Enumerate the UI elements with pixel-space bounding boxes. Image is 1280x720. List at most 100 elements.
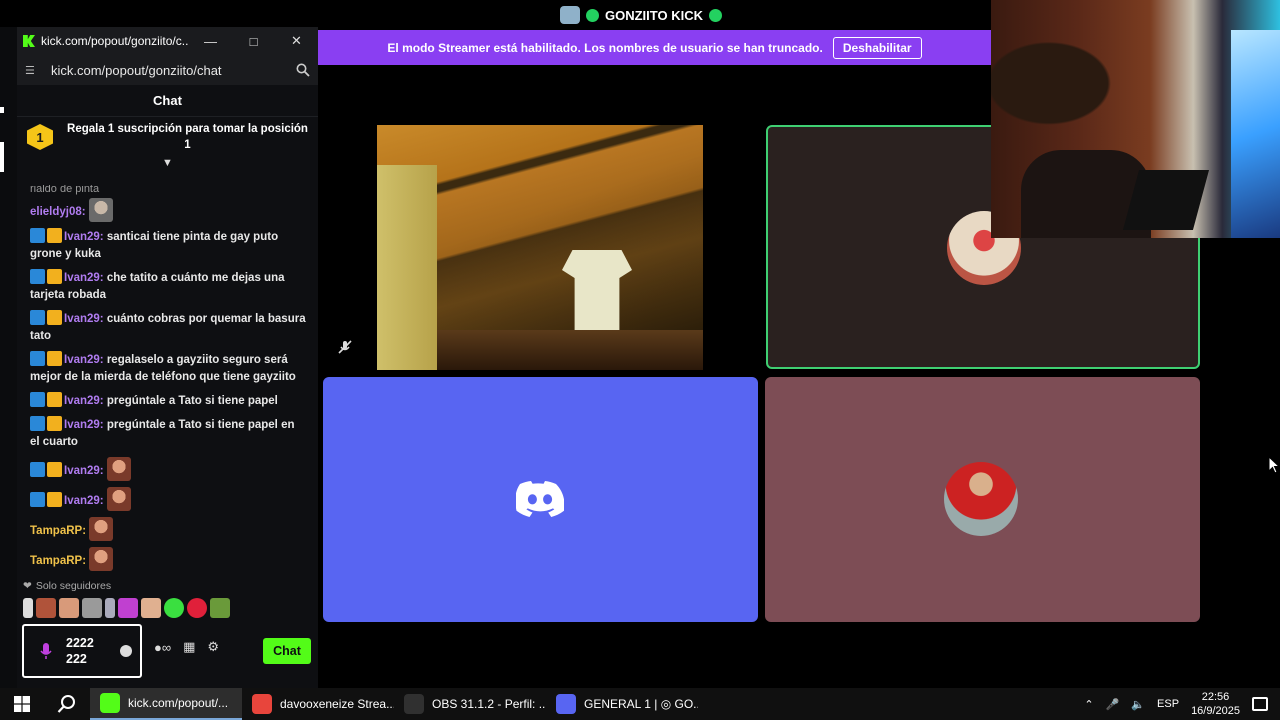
emote-button[interactable] [36,598,56,618]
stats-icon[interactable]: ●∞ [154,640,171,655]
streamer-mode-banner: El modo Streamer está habilitado. Los no… [318,30,991,65]
site-info-icon[interactable]: ☰ [25,64,41,77]
taskbar-app-label: GENERAL 1 | ◎ GO... [584,697,698,711]
video-tile-camera[interactable] [377,125,703,370]
followers-only-label: Solo seguidores [35,580,112,592]
window-titlebar[interactable]: kick.com/popout/gonziito/c... — □ ✕ [17,27,318,55]
chat-emote [88,198,113,222]
emote-button[interactable] [82,598,102,618]
mouse-cursor-icon [1268,456,1280,474]
crown-badge-icon [47,416,62,431]
chat-message: Ivan29: che tatito a cuánto me dejas una… [17,266,318,307]
subscriber-badge-icon [30,228,45,243]
language-indicator[interactable]: ESP [1157,698,1179,710]
crown-badge-icon [47,351,62,366]
taskbar-app-button[interactable]: davooxeneize Strea... [242,688,394,720]
subscriber-badge-icon [30,392,45,407]
webcam-keyboard [1122,170,1210,230]
windows-logo-icon [14,696,30,712]
video-tile-discord-user[interactable] [323,377,758,622]
chat-message-text: pregúntale a Tato si tiene papel [103,395,278,407]
chat-username[interactable]: Ivan29: [64,495,104,507]
sub-gift-promo[interactable]: 1 Regala 1 suscripción para tomar la pos… [17,117,318,157]
subscriber-badge-icon [30,351,45,366]
taskbar-app-button[interactable]: GENERAL 1 | ◎ GO... [546,688,698,720]
subscriber-badge-icon [30,269,45,284]
emote-button[interactable] [187,598,207,618]
chat-input-value[interactable]: 2222 222 [66,635,120,667]
maximize-icon[interactable]: □ [232,27,275,55]
clock[interactable]: 22:56 16/9/2025 [1191,690,1240,718]
chat-message: TampaRP: [17,514,318,544]
microphone-icon[interactable]: 🎤 [1106,698,1120,711]
chat-message: Ivan29: pregúntale a Tato si tiene papel… [17,413,318,454]
address-bar[interactable]: ☰ kick.com/popout/gonziito/chat [17,55,318,85]
emote-button[interactable] [105,598,115,618]
chat-message: Ivan29: pregúntale a Tato si tiene papel [17,389,318,413]
chat-message: TampaRP: [17,544,318,574]
chat-username[interactable]: Ivan29: [64,354,104,366]
emote-button[interactable] [141,598,161,618]
chevron-up-icon[interactable]: ⌃ [1084,698,1093,711]
send-chat-button[interactable]: Chat [263,638,311,664]
chat-username[interactable]: Ivan29: [64,465,104,477]
taskbar-app-label: OBS 31.1.2 - Perfil: ... [432,697,546,711]
zoom-icon[interactable] [296,63,310,77]
chat-tools: ●∞ ▦ ⚙ [154,639,219,655]
strip-mark [0,142,4,172]
chat-username[interactable]: Ivan29: [64,231,104,243]
camera-feed-wall [377,165,437,370]
app-icon [404,694,424,714]
store-icon[interactable]: ▦ [183,639,195,655]
chat-username[interactable]: Ivan29: [64,272,104,284]
partial-message: rialdo de pinta [30,185,100,195]
stage-title-text: GONZIITO KICK [605,7,703,23]
video-tile-user[interactable] [765,377,1200,622]
emote-button[interactable] [210,598,230,618]
chat-message: Ivan29: [17,484,318,514]
chat-username[interactable]: Ivan29: [64,395,104,407]
app-icon [556,694,576,714]
disable-streamer-mode-button[interactable]: Deshabilitar [832,36,922,59]
heart-icon: ❤ [23,580,32,592]
chat-input[interactable]: 2222 222 [22,624,142,678]
app-icon [560,6,580,24]
window-title: kick.com/popout/gonziito/c... [41,34,189,48]
notifications-icon[interactable] [1252,697,1268,711]
taskbar-app-button[interactable]: OBS 31.1.2 - Perfil: ... [394,688,546,720]
mic-icon[interactable] [36,642,56,660]
chat-username[interactable]: Ivan29: [64,419,104,431]
emote-button[interactable] [164,598,184,618]
speaker-icon[interactable]: 🔈 [1131,698,1145,711]
taskbar-app-button[interactable]: kick.com/popout/... [90,688,242,720]
webcam-overlay [991,0,1280,238]
chat-message: Ivan29: cuánto cobras por quemar la basu… [17,307,318,348]
taskbar-apps: kick.com/popout/... davooxeneize Strea...… [90,688,698,720]
emote-button[interactable] [23,598,33,618]
emote-button[interactable] [118,598,138,618]
promo-text: Regala 1 suscripción para tomar la posic… [67,123,308,151]
start-button[interactable] [0,688,44,720]
quick-emote-row [23,598,230,618]
chat-username[interactable]: elieldyj08: [30,206,86,218]
chat-username[interactable]: TampaRP: [30,555,86,567]
taskbar-search-button[interactable] [44,688,90,720]
chat-message: Ivan29: regalaselo a gayziito seguro ser… [17,348,318,389]
system-tray: ⌃ 🎤 🔈 ESP 22:56 16/9/2025 [1084,690,1280,718]
chevron-down-icon[interactable]: ▼ [17,157,318,169]
chat-message: Ivan29: [17,454,318,484]
search-icon [57,695,75,713]
muted-mic-icon [338,340,352,354]
minimize-icon[interactable]: — [189,27,232,55]
emoji-picker-icon[interactable] [120,645,132,657]
streamer-banner-text: El modo Streamer está habilitado. Los no… [387,40,823,55]
chat-emote [89,517,114,541]
strip-mark [0,107,4,113]
gear-icon[interactable]: ⚙ [207,639,219,655]
live-dot-icon [586,8,599,22]
chat-username[interactable]: Ivan29: [64,313,104,325]
subscriber-badge-icon [30,462,45,477]
close-icon[interactable]: ✕ [275,27,318,55]
chat-username[interactable]: TampaRP: [30,525,86,537]
emote-button[interactable] [59,598,79,618]
